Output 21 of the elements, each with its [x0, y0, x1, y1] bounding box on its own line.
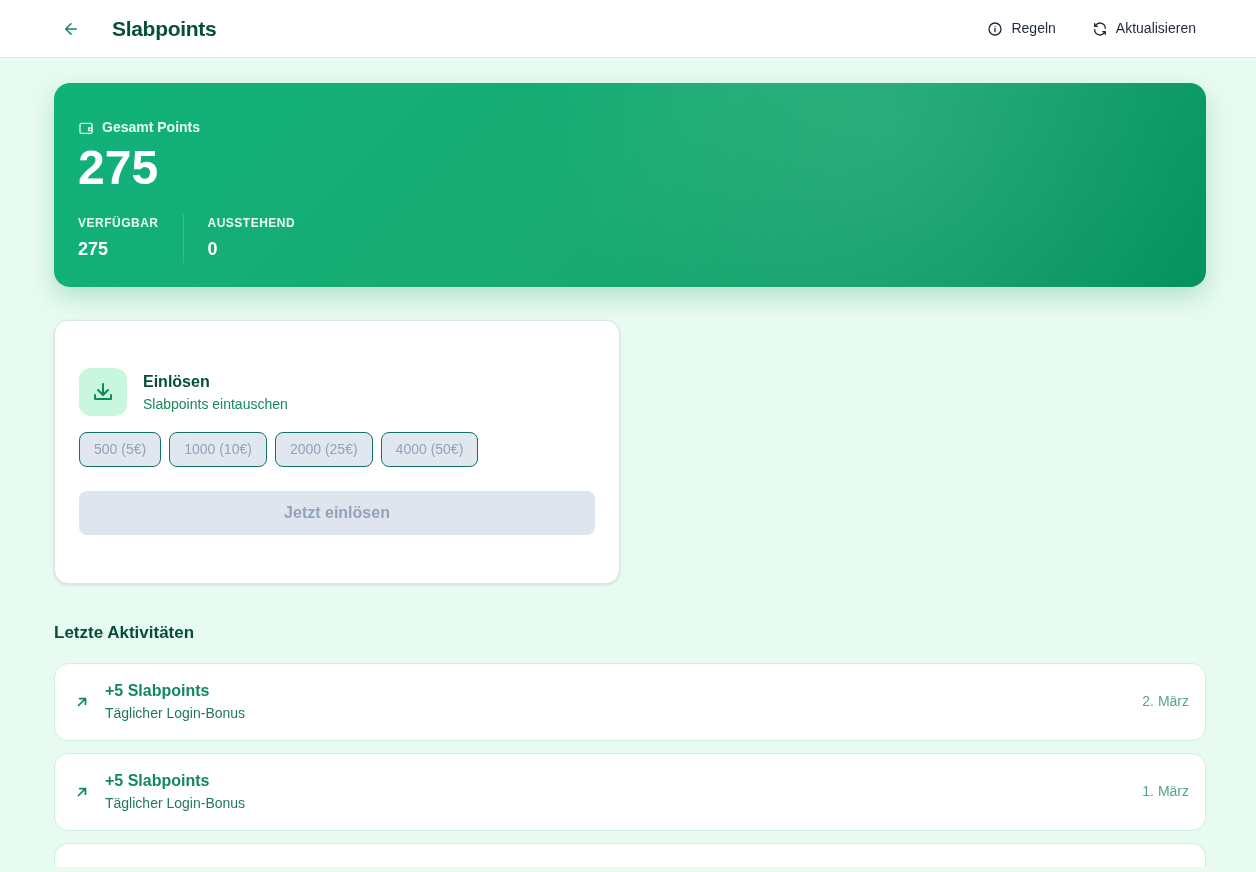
total-points: 275: [78, 144, 160, 192]
total-label: Gesamt Points: [102, 118, 201, 137]
activity-description: Täglicher Login-Bonus: [105, 704, 247, 723]
info-icon: [987, 20, 1004, 37]
download-icon: [79, 368, 127, 416]
stat-value: 275: [78, 238, 110, 261]
page-title: Slabpoints: [112, 15, 217, 42]
redeem-subtitle: Slabpoints eintauschen: [143, 394, 288, 414]
stat-label: AUSSTEHEND: [207, 215, 296, 232]
activity-description: Täglicher Login-Bonus: [105, 794, 247, 813]
section-heading: Letzte Aktivitäten: [54, 622, 196, 644]
activity-date: 2. März: [1142, 692, 1189, 711]
stat-label: VERFÜGBAR: [78, 215, 159, 232]
redeem-title: Einlösen: [143, 371, 211, 392]
stat-value: 0: [207, 238, 219, 261]
refresh-icon: [1091, 20, 1108, 37]
activity-date: 1. März: [1142, 782, 1189, 801]
activity-title: +5 Slabpoints: [105, 681, 211, 701]
rules-button[interactable]: Regeln: [981, 14, 1062, 43]
activity-title: +5 Slabpoints: [105, 771, 211, 791]
refresh-button[interactable]: Aktualisieren: [1085, 14, 1202, 43]
